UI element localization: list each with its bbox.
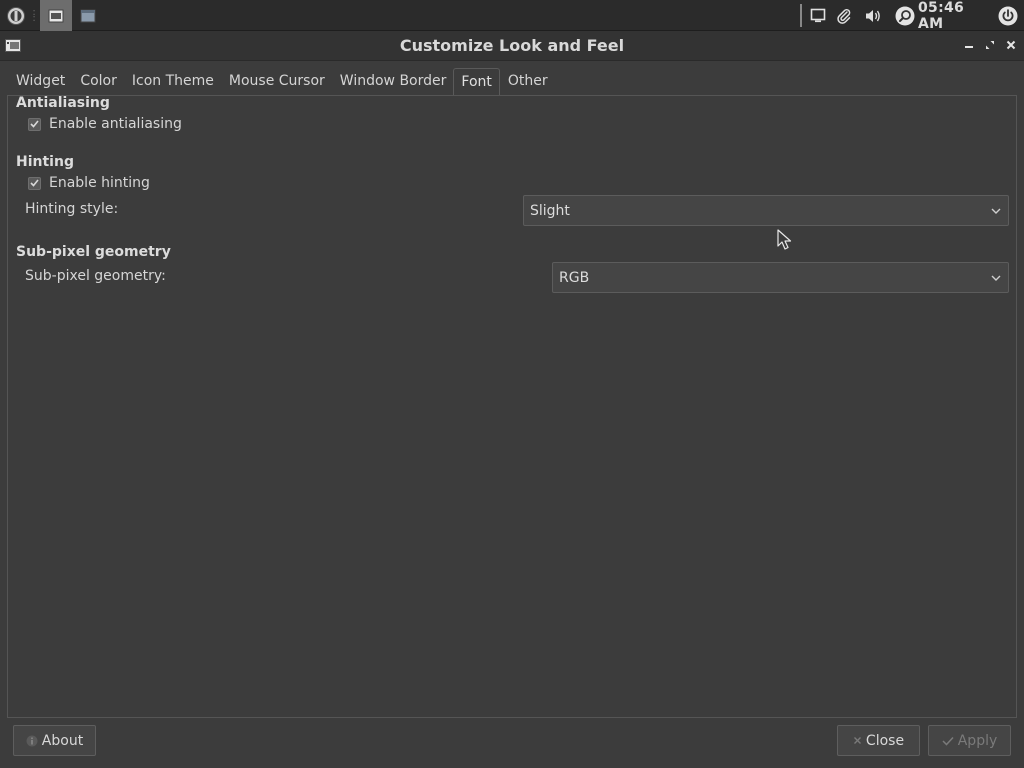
tab-icon-theme[interactable]: Icon Theme: [124, 68, 221, 95]
minimize-icon: [965, 46, 973, 48]
taskbar-separator: ::: [32, 6, 36, 24]
font-settings-panel: [7, 95, 1017, 718]
enable-antialiasing-checkbox[interactable]: Enable antialiasing: [28, 116, 182, 132]
taskbar-task-active[interactable]: [40, 0, 72, 31]
tab-color[interactable]: Color: [72, 68, 124, 95]
maximize-icon: [986, 41, 994, 49]
hinting-style-dropdown[interactable]: Slight: [523, 195, 1009, 226]
tab-window-border[interactable]: Window Border: [332, 68, 454, 95]
tab-widget[interactable]: Widget: [8, 68, 72, 95]
screen-icon: [810, 8, 826, 23]
enable-hinting-label[interactable]: Enable hinting: [49, 175, 150, 191]
antialiasing-section-title: Antialiasing: [16, 95, 110, 111]
window-task-icon: [80, 9, 96, 22]
paperclip-icon: [837, 8, 851, 24]
checkmark-icon: [30, 179, 39, 187]
subpixel-geometry-label: Sub-pixel geometry:: [25, 268, 166, 284]
search-icon: [895, 6, 915, 25]
tray-separator: [800, 4, 802, 27]
maximize-button[interactable]: [982, 37, 998, 53]
close-window-button[interactable]: [1003, 37, 1019, 53]
subpixel-section-title: Sub-pixel geometry: [16, 244, 171, 260]
info-icon: [26, 735, 38, 747]
app-menu-button[interactable]: [2, 0, 30, 31]
checkbox-box[interactable]: [28, 176, 41, 190]
hinting-style-label: Hinting style:: [25, 201, 119, 217]
checkmark-icon: [942, 736, 954, 746]
tab-font[interactable]: Font: [453, 68, 500, 95]
about-button-label: About: [41, 732, 84, 749]
checkbox-box[interactable]: [28, 117, 41, 131]
close-icon: [853, 736, 862, 745]
minimize-button[interactable]: [961, 37, 977, 53]
tab-bar: Widget Color Icon Theme Mouse Cursor Win…: [8, 68, 555, 95]
apply-button-label: Apply: [957, 732, 998, 749]
enable-hinting-checkbox[interactable]: Enable hinting: [28, 175, 150, 191]
close-button[interactable]: Close: [837, 725, 920, 756]
taskbar-task[interactable]: [75, 0, 101, 31]
power-icon: [998, 6, 1018, 25]
checkmark-icon: [30, 120, 39, 128]
volume-tray-button[interactable]: [862, 0, 884, 31]
app-menu-icon: [7, 6, 25, 25]
close-icon: [1006, 40, 1016, 50]
window-titlebar[interactable]: Customize Look and Feel: [0, 31, 1024, 61]
close-button-label: Close: [865, 732, 905, 749]
clipboard-tray-button[interactable]: [834, 0, 854, 31]
clock[interactable]: 05:46 AM: [918, 0, 994, 32]
subpixel-geometry-value: RGB: [559, 269, 590, 286]
search-tray-button[interactable]: [893, 0, 917, 31]
power-tray-button[interactable]: [997, 0, 1019, 31]
window-task-icon: [48, 9, 64, 22]
chevron-down-icon: [984, 196, 1008, 225]
top-taskbar: :: 05:46 AM: [0, 0, 1024, 32]
tab-mouse-cursor[interactable]: Mouse Cursor: [221, 68, 332, 95]
hinting-section-title: Hinting: [16, 154, 74, 170]
chevron-down-icon: [984, 263, 1008, 292]
about-button[interactable]: About: [13, 725, 96, 756]
hinting-style-value: Slight: [530, 202, 570, 219]
tab-other[interactable]: Other: [500, 68, 555, 95]
enable-antialiasing-label[interactable]: Enable antialiasing: [49, 116, 182, 132]
screen-tray-button[interactable]: [808, 0, 828, 31]
apply-button[interactable]: Apply: [928, 725, 1011, 756]
volume-icon: [866, 9, 880, 22]
mouse-pointer-icon: [777, 229, 792, 250]
subpixel-geometry-dropdown[interactable]: RGB: [552, 262, 1009, 293]
window-title: Customize Look and Feel: [399, 36, 625, 55]
